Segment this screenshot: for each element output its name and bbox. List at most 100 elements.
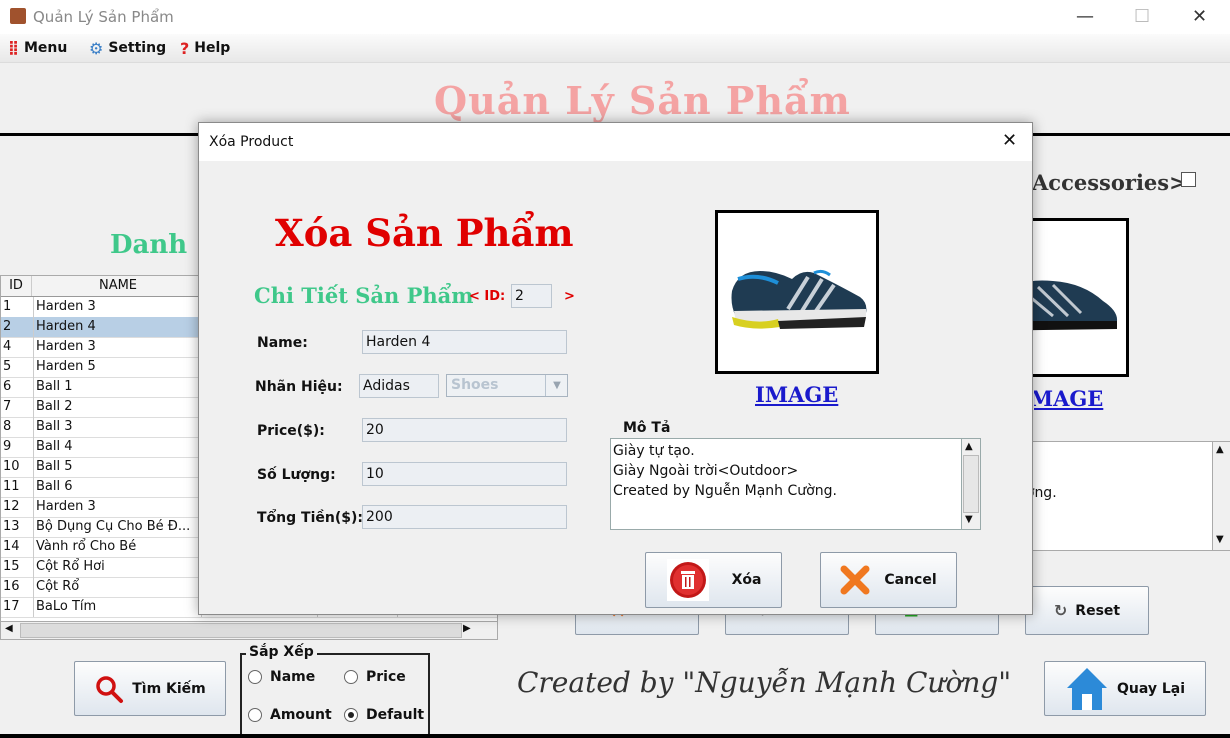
cell-id: 17 <box>1 597 34 617</box>
cell-name: BaLo Tím <box>34 597 202 617</box>
cell-id: 14 <box>1 537 34 557</box>
footer-credit: Created by "Nguyễn Mạnh Cường" <box>517 666 1012 699</box>
price-field[interactable]: 20 <box>362 418 567 442</box>
scroll-up-icon[interactable]: ▲ <box>1216 444 1224 455</box>
trash-icon <box>666 559 709 601</box>
close-window-button[interactable]: ✕ <box>1192 6 1207 27</box>
name-field[interactable]: Harden 4 <box>362 330 567 354</box>
cell-name: Cột Rổ Hơi <box>34 557 202 577</box>
menu-help[interactable]: ? Help <box>180 38 230 58</box>
scroll-up-icon[interactable]: ▲ <box>965 441 973 452</box>
refresh-icon: ↻ <box>1053 601 1068 620</box>
cancel-button[interactable]: Cancel <box>820 552 957 608</box>
column-header-id[interactable]: ID <box>1 276 32 296</box>
scroll-left-icon[interactable]: ◀ <box>5 623 13 634</box>
scroll-right-icon[interactable]: ▶ <box>463 623 471 634</box>
type-combobox[interactable]: Shoes ▼ <box>446 374 568 397</box>
dialog-heading: Xóa Sản Phẩm <box>275 211 574 255</box>
brand-field[interactable]: Adidas <box>359 374 439 398</box>
chevron-down-icon[interactable]: ▼ <box>545 375 568 396</box>
sort-option-default[interactable]: Default <box>344 707 424 723</box>
cell-name: Cột Rổ <box>34 577 202 597</box>
cell-name: Harden 3 <box>34 297 202 317</box>
description-textarea[interactable]: Giày tự tạo. Giày Ngoài trời<Outdoor> Cr… <box>610 438 963 530</box>
maximize-button[interactable]: ☐ <box>1134 6 1150 27</box>
cell-name: Ball 6 <box>34 477 202 497</box>
column-header-name[interactable]: NAME <box>34 276 203 296</box>
dialog-title: Xóa Product <box>209 134 294 150</box>
back-button-label: Quay Lại <box>1116 680 1186 697</box>
radio-default[interactable] <box>344 708 358 722</box>
cell-name: Harden 3 <box>34 337 202 357</box>
table-hscrollbar[interactable]: ◀ ▶ <box>0 621 498 640</box>
scroll-thumb[interactable] <box>20 623 462 638</box>
detail-subheading: Chi Tiết Sản Phẩm <box>254 283 474 308</box>
dialog-close-icon[interactable]: ✕ <box>1002 130 1017 151</box>
dialog-image-label[interactable]: IMAGE <box>755 382 838 407</box>
radio-name[interactable] <box>248 670 262 684</box>
window-titlebar: Quản Lý Sản Phẩm — ☐ ✕ <box>0 0 1230 34</box>
search-button[interactable]: Tìm Kiếm <box>74 661 226 716</box>
scroll-thumb[interactable] <box>963 455 979 513</box>
window-title: Quản Lý Sản Phẩm <box>33 8 174 26</box>
dialog-product-image <box>715 210 879 374</box>
sort-option-name[interactable]: Name <box>248 669 315 685</box>
main-image-label[interactable]: IMAGE <box>1034 386 1140 411</box>
scroll-down-icon[interactable]: ▼ <box>965 514 973 525</box>
delete-product-dialog: Xóa Product ✕ Xóa Sản Phẩm Chi Tiết Sản … <box>198 122 1033 615</box>
reset-button[interactable]: ↻ Reset <box>1025 586 1149 635</box>
id-field[interactable]: 2 <box>511 284 552 308</box>
home-icon <box>1066 667 1107 710</box>
cancel-button-label: Cancel <box>884 572 937 588</box>
gear-icon: ⚙ <box>89 38 104 58</box>
description-line-1: Giày tự tạo. <box>613 443 695 459</box>
question-icon: ? <box>180 38 190 58</box>
cell-name: Bộ Dụng Cụ Cho Bé Đ... <box>34 517 202 537</box>
cell-id: 8 <box>1 417 34 437</box>
dialog-titlebar: Xóa Product ✕ <box>199 123 1032 161</box>
cell-name: Harden 3 <box>34 497 202 517</box>
sort-group <box>240 653 430 736</box>
sort-option-amount[interactable]: Amount <box>248 707 332 723</box>
cell-id: 10 <box>1 457 34 477</box>
cell-id: 15 <box>1 557 34 577</box>
cancel-x-icon <box>840 565 870 595</box>
back-button[interactable]: Quay Lại <box>1044 661 1206 716</box>
category-label: Accessories> <box>1032 170 1187 195</box>
total-label: Tổng Tiền($): <box>257 510 363 526</box>
cell-name: Ball 5 <box>34 457 202 477</box>
total-field[interactable]: 200 <box>362 505 567 529</box>
main-description-scrollbar[interactable]: ▲ ▼ <box>1212 441 1230 551</box>
description-scrollbar[interactable]: ▲ ▼ <box>961 438 981 530</box>
category-checkbox[interactable] <box>1181 172 1196 187</box>
cell-id: 4 <box>1 337 34 357</box>
menu-help-label: Help <box>194 40 231 56</box>
app-icon <box>10 8 26 24</box>
radio-price[interactable] <box>344 670 358 684</box>
cell-name: Harden 4 <box>34 317 202 337</box>
radio-amount[interactable] <box>248 708 262 722</box>
sort-option-price[interactable]: Price <box>344 669 406 685</box>
cell-id: 7 <box>1 397 34 417</box>
menu-setting[interactable]: ⚙ Setting <box>89 38 166 58</box>
sort-amount-label: Amount <box>270 707 332 723</box>
menu-menu[interactable]: ⣿ Menu <box>8 38 67 58</box>
reset-label: Reset <box>1075 602 1121 619</box>
cell-name: Harden 5 <box>34 357 202 377</box>
sort-name-label: Name <box>270 669 316 685</box>
sort-default-label: Default <box>366 707 425 723</box>
description-line-3: Created by Nguễn Mạnh Cường. <box>613 483 837 499</box>
page-title: Quản Lý Sản Phẩm <box>434 78 851 123</box>
scroll-down-icon[interactable]: ▼ <box>1216 534 1224 545</box>
confirm-delete-button[interactable]: Xóa <box>645 552 782 608</box>
cell-id: 5 <box>1 357 34 377</box>
quantity-field[interactable]: 10 <box>362 462 567 486</box>
minimize-button[interactable]: — <box>1076 6 1094 27</box>
cell-id: 2 <box>1 317 34 337</box>
main-description: ường. <box>1010 441 1214 551</box>
sort-group-title: Sắp Xếp <box>246 644 317 660</box>
shoe-image <box>731 269 867 329</box>
grid-icon: ⣿ <box>8 40 19 56</box>
name-label: Name: <box>257 335 308 351</box>
menu-setting-label: Setting <box>108 40 167 56</box>
